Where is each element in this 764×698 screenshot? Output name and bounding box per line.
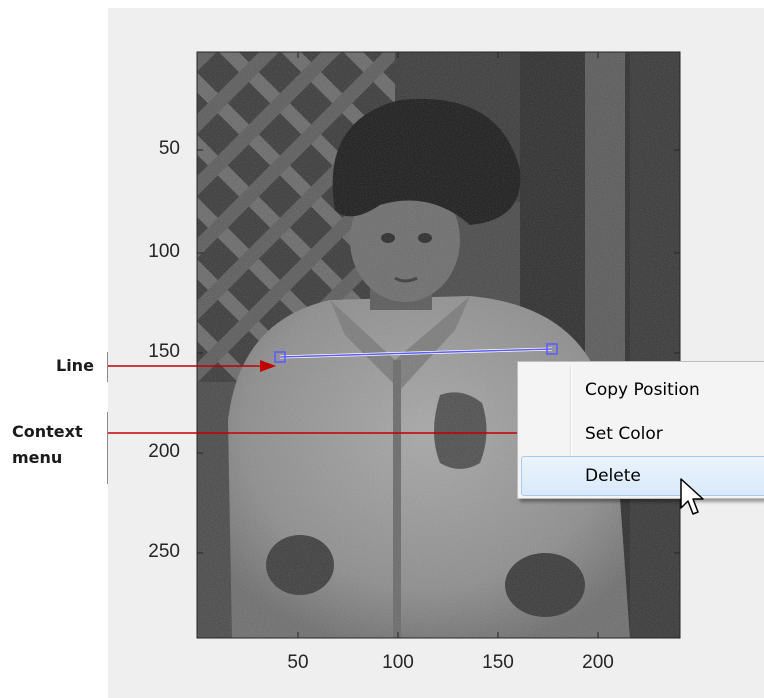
x-tick-label: 100 (382, 652, 414, 673)
line-label-bar (107, 352, 108, 382)
arrow-cursor-icon (680, 478, 704, 515)
context-menu-label-line1: Context (12, 422, 83, 441)
menu-item-delete[interactable]: Delete (521, 456, 764, 496)
context-menu-label-bar (107, 412, 108, 484)
matlab-figure-screenshot: 50 100 150 200 250 50 100 150 200 Line C… (0, 0, 764, 698)
menu-item-label: Copy Position (585, 380, 700, 400)
menu-item-set-color[interactable]: Set Color ▶ (521, 414, 764, 454)
y-tick-label: 100 (148, 241, 180, 262)
y-tick-label: 250 (148, 541, 180, 562)
menu-item-label: Set Color (585, 424, 663, 444)
line-annotation-label: Line (56, 356, 94, 375)
film-grain (197, 52, 680, 638)
x-tick-label: 150 (482, 652, 514, 673)
y-tick-label: 200 (148, 441, 180, 462)
context-menu: Copy Position Set Color ▶ Delete (517, 361, 764, 499)
x-tick-label: 200 (582, 652, 614, 673)
menu-item-label: Delete (585, 466, 641, 486)
y-tick-label: 50 (158, 138, 180, 159)
y-tick-label: 150 (148, 341, 180, 362)
context-menu-label-line2: menu (12, 448, 63, 467)
menu-item-copy-position[interactable]: Copy Position (521, 370, 764, 410)
grayscale-image (197, 52, 680, 638)
context-menu-annotation-label: Context menu (12, 419, 83, 471)
x-tick-label: 50 (287, 652, 309, 673)
axes-canvas (108, 51, 681, 639)
